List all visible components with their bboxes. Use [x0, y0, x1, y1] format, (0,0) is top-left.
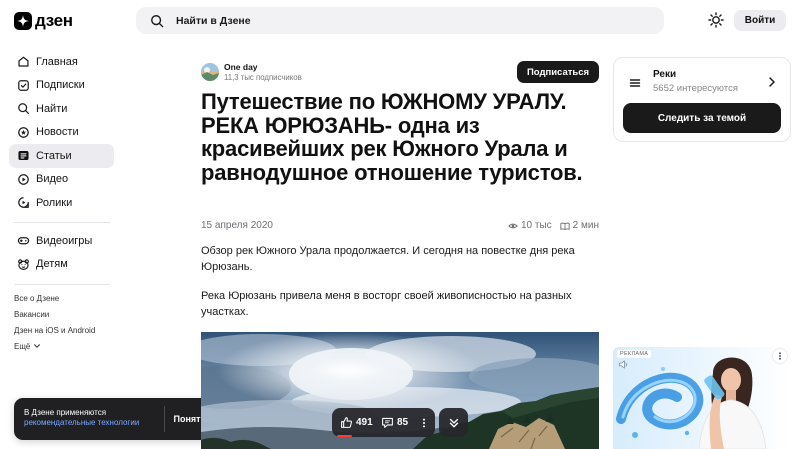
- search-input[interactable]: [176, 14, 616, 27]
- topic-interested-count: 5652 интересуются: [653, 83, 738, 94]
- follow-topic-button[interactable]: Следить за темой: [623, 103, 781, 133]
- sidebar-item-video[interactable]: Видео: [9, 168, 114, 192]
- ad-label: РЕКЛАМА: [617, 350, 652, 358]
- more-label: Ещё: [14, 341, 31, 351]
- sidebar-item-games[interactable]: Видеоигры: [9, 229, 114, 253]
- more-actions-button[interactable]: [418, 408, 433, 437]
- sidebar-divider: [14, 222, 110, 223]
- ad-banner[interactable]: РЕКЛАМА: [613, 347, 791, 449]
- sidebar-item-label: Подписки: [36, 79, 85, 92]
- sun-icon: [708, 12, 724, 28]
- sidebar-item-label: Видеоигры: [36, 234, 93, 247]
- chevron-down-icon: [33, 342, 41, 350]
- gamepad-icon: [17, 234, 30, 247]
- article-paragraph: Река Юрюзань привела меня в восторг свое…: [201, 290, 572, 318]
- publish-date: 15 апреля 2020: [201, 220, 273, 231]
- sidebar-footer-links: Все о Дзене Вакансии Дзен на iOS и Andro…: [14, 290, 124, 354]
- cookie-notice-message: В Дзене применяются: [24, 408, 107, 417]
- topic-card: Реки 5652 интересуются Следить за темой: [613, 57, 791, 142]
- scroll-down-button[interactable]: [439, 408, 468, 437]
- search-icon: [150, 14, 164, 28]
- comment-icon: [382, 417, 393, 428]
- water-drop: [632, 432, 638, 438]
- cookie-notice: В Дзене применяются рекомендательные тех…: [14, 398, 220, 440]
- channel-subscribers: 11,3 тыс подписчиков: [224, 73, 302, 82]
- read-progress-fill: [337, 435, 352, 437]
- home-icon: [17, 55, 30, 68]
- likes-count: 491: [356, 417, 373, 428]
- water-drop: [684, 430, 690, 436]
- topic-list-icon: [629, 77, 641, 89]
- sidebar-item-shorts[interactable]: Ролики: [9, 191, 114, 215]
- chevron-right-icon[interactable]: [767, 76, 777, 88]
- sidebar-item-news[interactable]: Новости: [9, 121, 114, 145]
- more-vertical-icon: [422, 418, 426, 427]
- sidebar-item-label: Детям: [36, 258, 68, 271]
- thumbs-up-icon: [341, 417, 352, 428]
- sidebar-item-kids[interactable]: Детям: [9, 253, 114, 277]
- about-dzen-link[interactable]: Все о Дзене: [14, 290, 124, 306]
- read-time: 2 мин: [560, 220, 599, 231]
- sidebar-item-label: Новости: [36, 126, 79, 139]
- reactions-bar: 491 85: [332, 408, 435, 437]
- read-progress: [337, 435, 430, 437]
- more-links-button[interactable]: Ещё: [14, 338, 124, 354]
- search-bar[interactable]: [136, 7, 664, 34]
- login-button[interactable]: Войти: [734, 10, 786, 31]
- article-paragraph: Обзор рек Южного Урала продолжается. И с…: [201, 245, 575, 273]
- speaker-icon[interactable]: [618, 359, 629, 370]
- sidebar-item-articles[interactable]: Статьи: [9, 144, 114, 168]
- topic-name[interactable]: Реки: [653, 69, 676, 80]
- vacancies-link[interactable]: Вакансии: [14, 306, 124, 322]
- more-vertical-icon: [779, 352, 781, 360]
- article-meta: 15 апреля 2020 10 тыс 2 мин: [201, 219, 599, 232]
- page: дзен Войти Главная: [0, 0, 800, 449]
- sidebar-item-search[interactable]: Найти: [9, 97, 114, 121]
- dzen-logo[interactable]: дзен: [14, 12, 73, 30]
- book-icon: [560, 222, 570, 230]
- sidebar-item-label: Главная: [36, 55, 78, 68]
- subscribe-button[interactable]: Подписаться: [517, 61, 599, 83]
- subscriptions-icon: [17, 79, 30, 92]
- logo-text: дзен: [35, 11, 73, 30]
- ad-more-button[interactable]: [773, 349, 787, 363]
- sidebar-divider: [14, 284, 110, 285]
- dzen-logo-icon: [14, 12, 32, 30]
- views-value: 10 тыс: [521, 220, 552, 231]
- views-count: 10 тыс: [508, 220, 552, 231]
- sidebar-item-subscriptions[interactable]: Подписки: [9, 74, 114, 98]
- channel-name[interactable]: One day: [224, 62, 258, 72]
- video-icon: [17, 173, 30, 186]
- sidebar-item-label: Статьи: [36, 149, 72, 162]
- sidebar-item-label: Ролики: [36, 196, 73, 209]
- cookie-notice-text: В Дзене применяются рекомендательные тех…: [24, 408, 139, 428]
- water-drop: [661, 367, 665, 371]
- like-button[interactable]: 491: [340, 408, 373, 437]
- sidebar-item-label: Видео: [36, 173, 69, 186]
- recommendation-tech-link[interactable]: рекомендательные технологии: [24, 418, 139, 428]
- sidebar-extra: Видеоигры Детям: [9, 229, 114, 276]
- sidebar-nav: Главная Подписки Найти Новости Статьи Ви…: [9, 50, 114, 215]
- sidebar-item-label: Найти: [36, 102, 68, 115]
- woman-face: [721, 368, 741, 392]
- article-title: Путешествие по ЮЖНОМУ УРАЛУ. РЕКА ЮРЮЗАН…: [201, 89, 583, 185]
- double-chevron-down-icon: [449, 418, 458, 428]
- comments-count: 85: [397, 417, 409, 428]
- mobile-apps-link[interactable]: Дзен на iOS и Android: [14, 322, 124, 338]
- bear-icon: [17, 258, 30, 271]
- eye-icon: [508, 223, 518, 228]
- read-time-value: 2 мин: [572, 220, 599, 231]
- shorts-icon: [17, 196, 30, 209]
- theme-toggle-button[interactable]: [708, 12, 724, 28]
- news-icon: [17, 126, 30, 139]
- channel-avatar[interactable]: [201, 63, 219, 81]
- comments-button[interactable]: 85: [381, 408, 408, 437]
- articles-icon: [17, 149, 30, 162]
- woman-neck: [726, 390, 736, 401]
- search-icon: [17, 102, 30, 115]
- sidebar-item-home[interactable]: Главная: [9, 50, 114, 74]
